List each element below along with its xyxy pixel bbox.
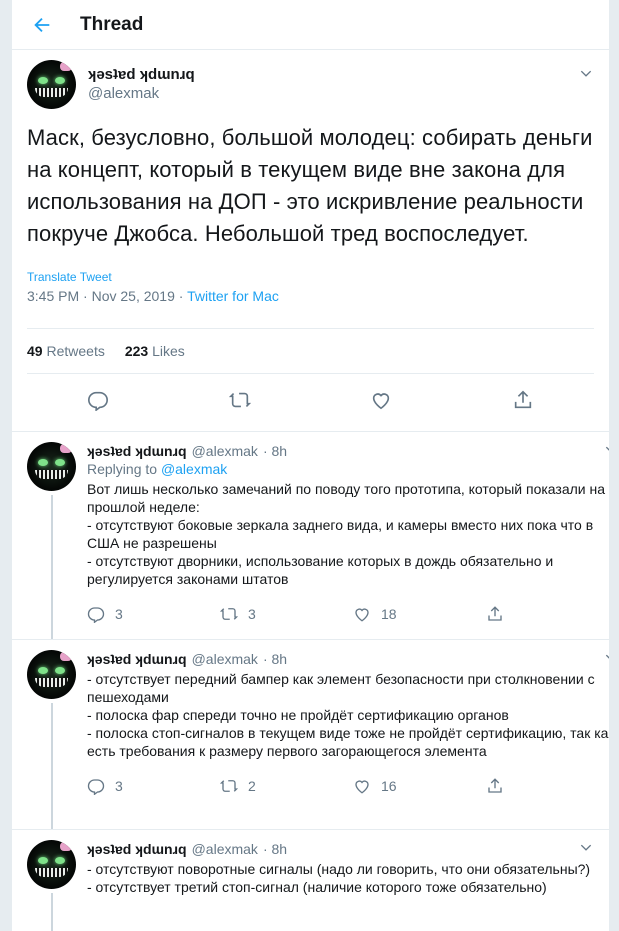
back-button[interactable] [12,0,72,50]
tweet-text: Маск, безусловно, большой молодец: собир… [27,125,593,246]
thread-column: Thread ʞəsʇɐd ʞdɯnɹq @alexmak Маск, безу… [11,0,610,931]
share-icon [488,778,502,793]
heart-icon [373,393,390,410]
tweet-age[interactable]: · 8h [263,840,287,858]
likes-stat[interactable]: 223 Likes [125,343,185,359]
chevron-down-icon [580,844,592,851]
replying-to-link[interactable]: @alexmak [161,461,227,477]
tweet-meta: 3:45 PM · Nov 25, 2019 · Twitter for Mac [27,288,594,304]
tweet-text: - отсутствует передний бампер как элемен… [87,671,609,759]
retweet-button[interactable]: 2 [220,777,353,795]
retweet-button[interactable] [228,389,251,416]
translate-link[interactable]: Translate Tweet [27,270,594,284]
avatar[interactable] [27,650,76,699]
thread-connector [50,495,53,639]
retweet-icon [228,392,251,408]
tweet-age[interactable]: · 8h [263,442,287,460]
more-options-button[interactable] [578,66,594,82]
handle[interactable]: @alexmak [192,840,258,858]
header-bar: Thread [12,0,609,50]
more-options-button[interactable] [603,650,609,670]
tweet-stats: 49 Retweets 223 Likes [27,328,594,373]
retweets-stat[interactable]: 49 Retweets [27,343,105,359]
reply-tweet[interactable]: ʞəsʇɐd ʞdɯnɹq @alexmak · 8h Replying to @a… [12,432,609,640]
chevron-down-icon [580,70,592,77]
back-arrow-icon [34,17,50,32]
avatar[interactable] [27,442,76,491]
main-tweet: ʞəsʇɐd ʞdɯnɹq @alexmak Маск, безусловно,… [12,50,609,432]
share-button[interactable] [512,389,534,416]
more-options-button[interactable] [603,442,609,462]
tweet-text: Вот лишь несколько замечаний по поводу т… [87,481,606,587]
reply-icon [87,779,105,795]
avatar[interactable] [27,840,76,889]
tweet-text: - отсутствуют поворотные сигналы (надо л… [87,861,591,895]
share-button[interactable] [486,777,609,795]
reply-icon [87,607,105,623]
display-name[interactable]: ʞəsʇɐd ʞdɯnɹq [87,840,187,858]
page-title: Thread [80,13,144,35]
share-icon [488,606,502,621]
handle[interactable]: @alexmak [88,84,195,104]
reply-icon [87,391,108,412]
retweet-icon [220,608,238,620]
like-button[interactable] [370,389,392,416]
heart-icon [355,608,369,622]
tweet-age[interactable]: · 8h [263,650,287,668]
retweet-button[interactable]: 3 [220,605,353,623]
chevron-down-icon [605,654,609,659]
tweet-actions [27,373,594,431]
reply-button[interactable] [87,389,109,416]
tweet-actions: 3 3 18 [87,594,609,634]
reply-tweet[interactable]: ʞəsʇɐd ʞdɯnɹq @alexmak · 8h - отсутствуют … [12,830,609,931]
reply-tweet[interactable]: ʞəsʇɐd ʞdɯnɹq @alexmak · 8h - отсутствует … [12,640,609,830]
timestamp[interactable]: 3:45 PM · Nov 25, 2019 · [27,288,187,304]
reply-button[interactable]: 3 [87,605,220,623]
heart-icon [355,780,369,794]
thread-connector [50,893,53,931]
thread-connector [50,703,53,829]
share-icon [514,390,532,409]
main-tweet-author: ʞəsʇɐd ʞdɯnɹq @alexmak [27,60,594,120]
source-app-link[interactable]: Twitter for Mac [187,288,279,304]
retweet-icon [220,780,238,792]
more-options-button[interactable] [578,840,594,860]
reply-button[interactable]: 3 [87,777,220,795]
handle[interactable]: @alexmak [192,650,258,668]
like-button[interactable]: 18 [353,605,486,623]
display-name[interactable]: ʞəsʇɐd ʞdɯnɹq [87,442,187,460]
like-button[interactable]: 16 [353,777,486,795]
tweet-actions: 3 2 16 [87,766,609,806]
replying-to: Replying to @alexmak [87,461,228,477]
share-button[interactable] [486,605,609,623]
chevron-down-icon [605,446,609,451]
avatar[interactable] [27,60,76,109]
display-name[interactable]: ʞəsʇɐd ʞdɯnɹq [87,650,187,668]
handle[interactable]: @alexmak [192,442,258,460]
display-name[interactable]: ʞəsʇɐd ʞdɯnɹq [88,66,195,84]
